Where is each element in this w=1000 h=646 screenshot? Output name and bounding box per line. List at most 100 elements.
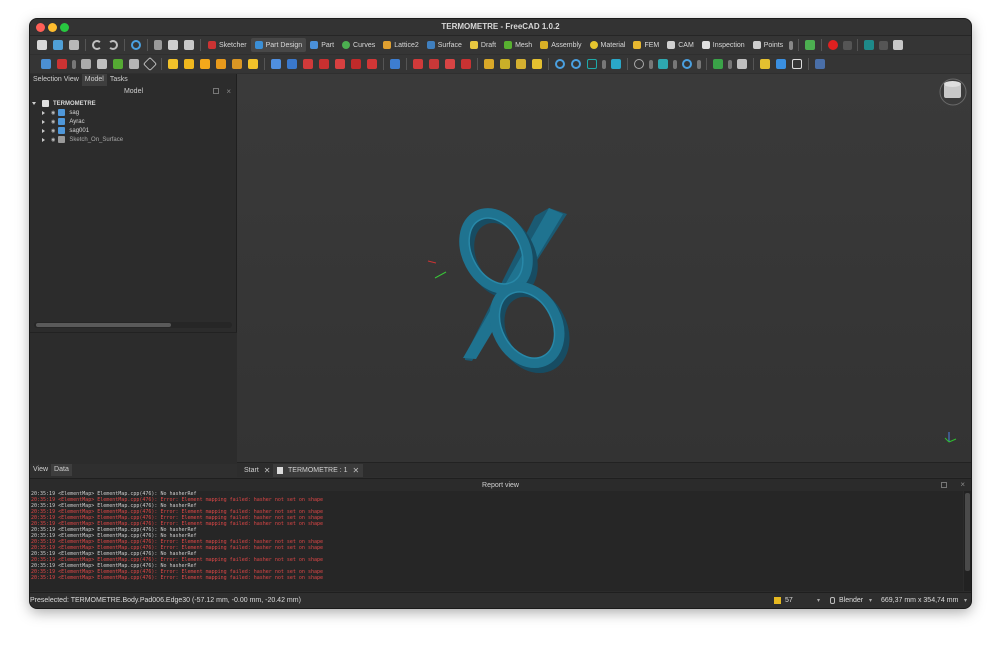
tab-data[interactable]: Data bbox=[51, 464, 72, 476]
pipe-icon[interactable] bbox=[216, 59, 226, 69]
workbench-material[interactable]: Material bbox=[586, 38, 630, 52]
visibility-eye-icon[interactable]: ◉ bbox=[51, 137, 55, 143]
workbench-assembly[interactable]: Assembly bbox=[536, 38, 585, 52]
panel-close-icon[interactable]: × bbox=[226, 86, 231, 97]
dropdown-arrow-icon[interactable] bbox=[728, 59, 732, 69]
revolution-icon[interactable] bbox=[184, 59, 194, 69]
workbench-sketcher[interactable]: Sketcher bbox=[204, 38, 251, 52]
refresh-icon[interactable] bbox=[131, 40, 141, 50]
visibility-eye-icon[interactable]: ◉ bbox=[51, 128, 55, 134]
chamfer-icon[interactable] bbox=[429, 59, 439, 69]
selection-count-box[interactable]: 57 ▾ bbox=[771, 595, 823, 606]
new-document-icon[interactable] bbox=[37, 40, 47, 50]
datum-icon[interactable] bbox=[142, 56, 158, 72]
multi-transform-icon[interactable] bbox=[532, 59, 542, 69]
folder-icon[interactable] bbox=[776, 59, 786, 69]
link-icon[interactable] bbox=[713, 59, 723, 69]
zoom-selection-icon[interactable] bbox=[571, 59, 581, 69]
workbench-lattice2[interactable]: Lattice2 bbox=[379, 38, 423, 52]
workbench-cam[interactable]: CAM bbox=[663, 38, 698, 52]
subtractive-helix-icon[interactable] bbox=[351, 59, 361, 69]
tree-horizontal-scrollbar[interactable] bbox=[34, 322, 232, 328]
close-tab-icon[interactable]: ✕ bbox=[264, 466, 271, 475]
close-tab-icon[interactable]: ✕ bbox=[353, 466, 360, 475]
measure-icon[interactable] bbox=[682, 59, 692, 69]
polar-pattern-icon[interactable] bbox=[516, 59, 526, 69]
navigation-style-selector[interactable]: Blender ▾ bbox=[827, 595, 875, 606]
clone-icon[interactable] bbox=[113, 59, 123, 69]
dimension-readout[interactable]: 669,37 mm x 354,74 mm ▾ bbox=[878, 595, 970, 606]
visibility-eye-icon[interactable]: ◉ bbox=[51, 119, 55, 125]
navigation-cube[interactable] bbox=[939, 78, 967, 106]
pad-icon[interactable] bbox=[168, 59, 178, 69]
link-navigation-icon[interactable] bbox=[737, 59, 747, 69]
tab-view[interactable]: View bbox=[30, 464, 51, 476]
workbench-part[interactable]: Part bbox=[306, 38, 338, 52]
workbench-part-design[interactable]: Part Design bbox=[250, 38, 307, 52]
draw-style-icon[interactable] bbox=[587, 59, 597, 69]
tree-item-document[interactable]: TERMOMETRE bbox=[32, 99, 96, 108]
visibility-eye-icon[interactable]: ◉ bbox=[51, 110, 55, 116]
dropdown-arrow-icon[interactable] bbox=[673, 59, 677, 69]
copy-icon[interactable] bbox=[168, 40, 178, 50]
workbench-points[interactable]: Points bbox=[749, 38, 787, 52]
tree-item-sag[interactable]: ◉ sag bbox=[42, 108, 79, 117]
undo-icon[interactable] bbox=[92, 40, 102, 50]
expand-arrow-icon[interactable] bbox=[42, 110, 45, 115]
dropdown-arrow-icon[interactable] bbox=[649, 59, 653, 69]
save-document-icon[interactable] bbox=[69, 40, 79, 50]
workbench-mesh[interactable]: Mesh bbox=[500, 38, 536, 52]
std-part-icon[interactable] bbox=[41, 59, 51, 69]
model-canvas[interactable] bbox=[237, 74, 971, 462]
thickness-icon[interactable] bbox=[461, 59, 471, 69]
panel-float-icon[interactable] bbox=[213, 88, 219, 94]
helix-icon[interactable] bbox=[232, 59, 242, 69]
view-isometric-icon[interactable] bbox=[658, 59, 668, 69]
pocket-icon[interactable] bbox=[271, 59, 281, 69]
mirrored-icon[interactable] bbox=[484, 59, 494, 69]
tab-tasks[interactable]: Tasks bbox=[107, 74, 131, 86]
validate-sketch-icon[interactable] bbox=[81, 59, 91, 69]
cut-icon[interactable] bbox=[154, 40, 162, 50]
doc-tab-termometre[interactable]: TERMOMETRE : 1 ✕ bbox=[273, 464, 364, 477]
dropdown-arrow-icon[interactable] bbox=[72, 59, 76, 69]
tree-item-sag001[interactable]: ◉ sag001 bbox=[42, 126, 89, 135]
sub-shape-binder-icon[interactable] bbox=[129, 59, 139, 69]
subtractive-pipe-icon[interactable] bbox=[335, 59, 345, 69]
sketch-create-icon[interactable] bbox=[57, 59, 67, 69]
selection-filter-icon[interactable] bbox=[611, 59, 621, 69]
panel-float-icon[interactable] bbox=[941, 482, 947, 488]
box-view-icon[interactable] bbox=[864, 40, 875, 50]
additive-primitive-icon[interactable] bbox=[248, 59, 258, 69]
expand-arrow-icon[interactable] bbox=[42, 128, 45, 133]
group-icon[interactable] bbox=[760, 59, 770, 69]
linear-pattern-icon[interactable] bbox=[500, 59, 510, 69]
view-menu-icon[interactable] bbox=[879, 40, 889, 50]
dropdown-arrow-icon[interactable] bbox=[697, 59, 701, 69]
draft-feature-icon[interactable] bbox=[445, 59, 455, 69]
workbench-surface[interactable]: Surface bbox=[423, 38, 466, 52]
expand-arrow-icon[interactable] bbox=[32, 102, 36, 105]
workbench-curves[interactable]: Curves bbox=[338, 38, 379, 52]
tab-selection-view[interactable]: Selection View bbox=[30, 74, 82, 86]
redo-icon[interactable] bbox=[108, 40, 118, 50]
record-macro-icon[interactable] bbox=[828, 40, 839, 50]
report-scrollbar[interactable] bbox=[964, 491, 971, 591]
fillet-icon[interactable] bbox=[413, 59, 423, 69]
hole-icon[interactable] bbox=[287, 59, 297, 69]
expand-arrow-icon[interactable] bbox=[42, 137, 45, 142]
scrollbar-thumb[interactable] bbox=[36, 323, 171, 327]
workbench-inspection[interactable]: Inspection bbox=[698, 38, 749, 52]
shape-binder-icon[interactable] bbox=[97, 59, 107, 69]
dropdown-arrow-icon[interactable] bbox=[602, 59, 606, 69]
report-view-content[interactable]: 20:35:19 <ElementMap> ElementMap.cpp(476… bbox=[30, 491, 963, 591]
add-icon[interactable] bbox=[805, 40, 816, 50]
zoom-fit-icon[interactable] bbox=[555, 59, 565, 69]
tab-model[interactable]: Model bbox=[81, 74, 107, 86]
doc-tab-start[interactable]: Start ✕ bbox=[240, 464, 275, 477]
tree-item-sketch-on-surface[interactable]: ◉ Sketch_On_Surface bbox=[42, 135, 123, 144]
paste-icon[interactable] bbox=[184, 40, 194, 50]
subtractive-loft-icon[interactable] bbox=[319, 59, 329, 69]
groove-icon[interactable] bbox=[303, 59, 313, 69]
workbench-fem[interactable]: FEM bbox=[629, 38, 663, 52]
